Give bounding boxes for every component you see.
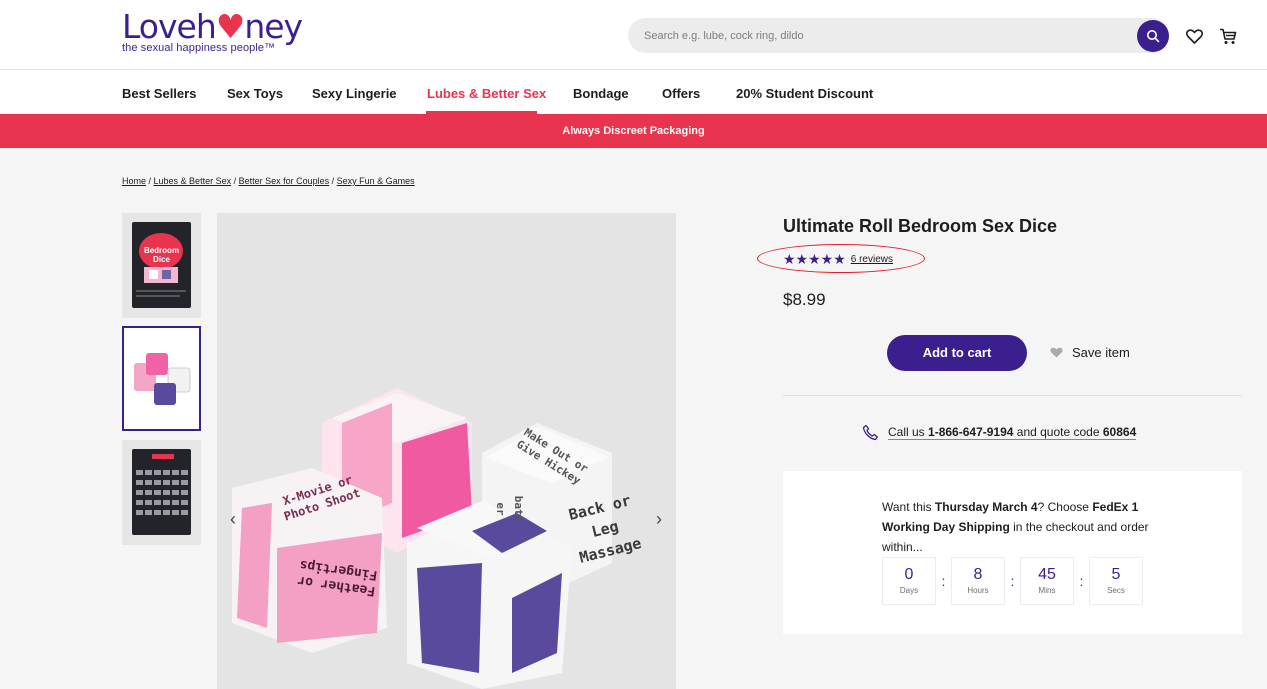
next-image-chevron-right-icon[interactable]: › <box>651 507 667 531</box>
product-thumbnail-1[interactable]: Bedroom Dice <box>122 213 201 318</box>
nav-item-lubes-better-sex[interactable]: Lubes & Better Sex <box>427 86 546 101</box>
main-nav: Best Sellers Sex Toys Sexy Lingerie Lube… <box>0 70 1267 114</box>
countdown-mins: 45 Mins <box>1020 557 1074 605</box>
wishlist-button[interactable] <box>1184 26 1204 46</box>
site-header: Loveh♥ney the sexual happiness people™ <box>0 0 1267 70</box>
logo-tagline: the sexual happiness people™ <box>122 42 276 54</box>
promo-banner[interactable]: Always Discreet Packaging <box>0 114 1267 148</box>
breadcrumb: Home / Lubes & Better Sex / Better Sex f… <box>122 176 415 186</box>
call-middle: and quote code <box>1016 425 1100 439</box>
lovehoney-logo[interactable]: Loveh♥ney the sexual happiness people™ <box>122 7 303 55</box>
breadcrumb-lubes-better-sex[interactable]: Lubes & Better Sex <box>154 176 232 186</box>
delivery-countdown-box: Want this Thursday March 4? Choose FedEx… <box>783 471 1242 634</box>
breadcrumb-sexy-fun-games[interactable]: Sexy Fun & Games <box>337 176 415 186</box>
nav-item-sexy-lingerie[interactable]: Sexy Lingerie <box>312 86 397 101</box>
save-item-button[interactable]: Save item <box>1050 345 1130 360</box>
quote-code: 60864 <box>1102 425 1137 439</box>
logo-heart-icon: ♥ <box>215 7 246 46</box>
nav-item-offers[interactable]: Offers <box>662 86 700 101</box>
heart-icon <box>1185 28 1203 44</box>
add-to-cart-button[interactable]: Add to cart <box>887 335 1027 371</box>
cart-icon <box>1220 28 1237 44</box>
annotation-highlight-circle <box>757 244 925 273</box>
product-price: $8.99 <box>783 290 826 309</box>
product-main-image[interactable]: X-Movie or Photo Shoot Feather or Finger… <box>217 213 676 689</box>
countdown-days: 0 Days <box>882 557 936 605</box>
nav-item-sex-toys[interactable]: Sex Toys <box>227 86 283 101</box>
search-icon <box>1147 30 1160 43</box>
search-button[interactable] <box>1137 20 1169 52</box>
delivery-message: Want this Thursday March 4? Choose FedEx… <box>882 500 1149 554</box>
dice-face-text-5: bate er <box>494 495 525 523</box>
call-us-link[interactable]: Call us 1-866-647-9194 and quote code 60… <box>862 424 1137 441</box>
countdown-timer: 0 Days : 8 Hours : 45 Mins : 5 Secs <box>882 557 1143 605</box>
cart-button[interactable] <box>1218 26 1238 46</box>
countdown-hours: 8 Hours <box>951 557 1005 605</box>
search-bar <box>628 18 1169 53</box>
phone-number: 1-866-647-9194 <box>928 425 1014 439</box>
nav-item-student-discount[interactable]: 20% Student Discount <box>736 86 873 101</box>
prev-image-chevron-left-icon[interactable]: ‹ <box>225 507 241 531</box>
breadcrumb-better-sex-for-couples[interactable]: Better Sex for Couples <box>239 176 330 186</box>
call-prefix: Call us <box>888 425 925 439</box>
delivery-day: Thursday March 4 <box>934 500 1038 514</box>
logo-wordmark: Loveh♥ney <box>122 7 303 46</box>
search-input[interactable] <box>644 27 1124 44</box>
nav-item-best-sellers[interactable]: Best Sellers <box>122 86 196 101</box>
phone-icon <box>862 424 878 441</box>
divider <box>783 395 1242 396</box>
nav-item-bondage[interactable]: Bondage <box>573 86 629 101</box>
product-thumbnail-3[interactable] <box>122 440 201 545</box>
product-thumbnail-2[interactable] <box>122 326 201 431</box>
countdown-secs: 5 Secs <box>1089 557 1143 605</box>
product-title: Ultimate Roll Bedroom Sex Dice <box>783 216 1058 236</box>
save-item-label: Save item <box>1072 345 1130 360</box>
heart-icon <box>1050 347 1063 358</box>
breadcrumb-home[interactable]: Home <box>122 176 146 186</box>
thumbnail-1-title: Bedroom Dice <box>143 246 180 264</box>
